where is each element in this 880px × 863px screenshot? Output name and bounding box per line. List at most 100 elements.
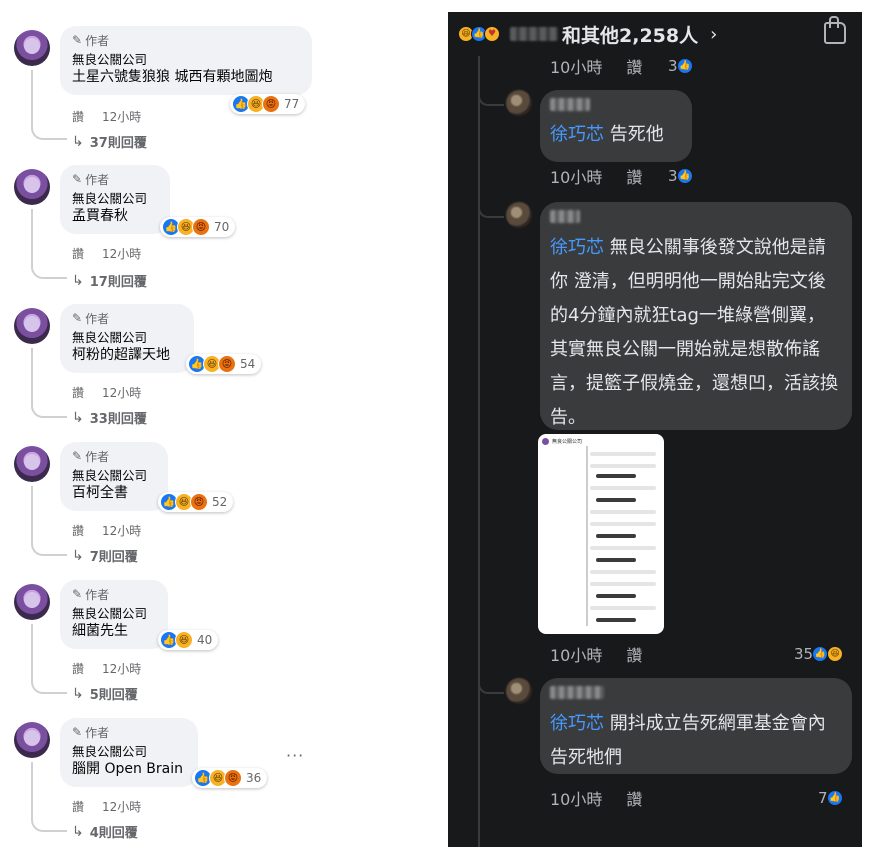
like-button[interactable]: 讚 — [626, 164, 642, 188]
timestamp[interactable]: 10小時 — [550, 786, 602, 810]
screenshot-line — [590, 486, 656, 490]
avatar[interactable] — [14, 722, 50, 758]
mention-tag[interactable]: 徐巧芯 — [550, 237, 604, 258]
haha-reaction-icon: 😆 — [827, 646, 844, 662]
thread-connector — [478, 88, 504, 106]
view-replies-button[interactable]: ↳ 37則回覆 — [72, 132, 147, 152]
reaction-summary[interactable]: 👍 😆 😡 36 — [192, 768, 268, 788]
mention-tag[interactable]: 徐巧芯 — [550, 124, 604, 145]
comment-meta: 讚 12小時 — [72, 522, 141, 539]
like-button[interactable]: 讚 — [72, 660, 84, 677]
mention-tag[interactable]: 徐巧芯 — [550, 713, 604, 734]
reaction-summary[interactable]: 👍 😆 😡 52 — [158, 492, 234, 512]
like-button[interactable]: 讚 — [626, 54, 642, 78]
avatar[interactable] — [14, 30, 50, 66]
comment-text: 腦開 Open Brain — [72, 761, 183, 777]
comment-author[interactable]: 無良公關公司 — [72, 330, 182, 346]
timestamp[interactable]: 12小時 — [102, 798, 141, 815]
like-button[interactable]: 讚 — [72, 245, 84, 262]
angry-reaction-icon: 😡 — [218, 355, 236, 373]
attached-screenshot[interactable]: 無良公關公司 — [538, 434, 664, 634]
reaction-summary[interactable]: 3 👍 — [668, 57, 693, 75]
timestamp[interactable]: 12小時 — [102, 245, 141, 262]
comment-author[interactable]: 無良公關公司 — [72, 191, 158, 207]
screenshot-line — [590, 452, 656, 456]
comment-text: 土星六號隻狼狼 城西有顆地圖炮 — [72, 69, 273, 85]
reaction-summary[interactable]: 👍 😆 😡 77 — [230, 94, 306, 114]
reaction-summary[interactable]: 👍 😆 😡 54 — [186, 354, 262, 374]
screenshot-line — [590, 606, 656, 610]
author-badge-label: 作者 — [85, 725, 110, 740]
author-badge: ✎ 作者 — [72, 310, 182, 326]
reaction-count: 52 — [212, 495, 228, 509]
like-reaction-icon: 👍 — [812, 646, 829, 662]
comment-item: ✎ 作者 無良公關公司 細菌先生 👍 😆 40 讚 12小時 ↳ 5則回覆 — [0, 580, 430, 718]
comment-meta: 10小時 讚 35 👍 😆 — [550, 642, 844, 666]
like-button[interactable]: 讚 — [72, 384, 84, 401]
comment-bubble: ✎ 作者 無良公關公司 柯粉的超譯天地 — [60, 304, 194, 373]
comment-bubble: ✎ 作者 無良公關公司 百柯全書 — [60, 442, 168, 511]
blurred-name — [510, 27, 558, 41]
care-reaction-icon: ♥ — [484, 26, 500, 42]
like-button[interactable]: 讚 — [626, 642, 642, 666]
screenshot-header: 無良公關公司 — [538, 434, 664, 448]
avatar — [542, 437, 549, 445]
like-button[interactable]: 讚 — [626, 786, 642, 810]
reaction-count: 70 — [214, 220, 230, 234]
reply-arrow-icon: ↳ — [72, 409, 84, 426]
thumbs-up-icon[interactable] — [824, 16, 846, 44]
view-replies-button[interactable]: ↳ 4則回覆 — [72, 822, 138, 842]
more-options-icon[interactable]: ··· — [286, 746, 304, 765]
avatar[interactable] — [14, 584, 50, 620]
reactions-header[interactable]: 😆 👍 ♥ 和其他2,258人 › — [448, 12, 862, 56]
timestamp[interactable]: 10小時 — [550, 164, 602, 188]
view-replies-button[interactable]: ↳ 7則回覆 — [72, 546, 138, 566]
comment-text: 孟買春秋 — [72, 208, 128, 224]
timestamp[interactable]: 10小時 — [550, 642, 602, 666]
view-replies-button[interactable]: ↳ 33則回覆 — [72, 408, 147, 428]
avatar[interactable] — [506, 678, 532, 704]
author-badge-label: 作者 — [85, 311, 110, 326]
chevron-right-icon[interactable]: › — [710, 24, 717, 45]
reply-arrow-icon: ↳ — [72, 133, 84, 150]
view-replies-button[interactable]: ↳ 17則回覆 — [72, 271, 147, 291]
reply-arrow-icon: ↳ — [72, 547, 84, 564]
replies-label: 17則回覆 — [89, 275, 147, 290]
timestamp[interactable]: 10小時 — [550, 54, 602, 78]
avatar[interactable] — [506, 202, 532, 228]
reaction-summary[interactable]: 👍 😆 😡 70 — [160, 217, 236, 237]
reply-thread-panel: 😆 👍 ♥ 和其他2,258人 › 10小時 讚 3 👍 徐巧芯 告死他 10小時 讚… — [448, 12, 862, 847]
comment-item: ✎ 作者 無良公關公司 柯粉的超譯天地 👍 😆 😡 54 讚 12小時 ↳ 33則回覆 — [0, 304, 430, 442]
reaction-summary[interactable]: 35 👍 😆 — [794, 645, 844, 663]
thread-connector — [478, 200, 504, 218]
reaction-summary[interactable]: 3 👍 — [668, 167, 693, 185]
comment-author[interactable]: 無良公關公司 — [72, 606, 156, 622]
screenshot-line — [596, 618, 636, 622]
author-badge-label: 作者 — [85, 172, 110, 187]
like-button[interactable]: 讚 — [72, 522, 84, 539]
timestamp[interactable]: 12小時 — [102, 660, 141, 677]
reaction-summary[interactable]: 7 👍 — [818, 789, 843, 807]
comment-author[interactable]: 無良公關公司 — [72, 52, 300, 68]
like-button[interactable]: 讚 — [72, 108, 84, 125]
timestamp[interactable]: 12小時 — [102, 108, 141, 125]
comment-author[interactable]: 無良公關公司 — [72, 468, 156, 484]
like-reaction-icon: 👍 — [826, 790, 843, 806]
reactors-summary[interactable]: 和其他2,258人 — [562, 21, 698, 48]
blurred-name — [550, 98, 590, 111]
screenshot-line — [590, 464, 656, 468]
screenshot-thread-line — [586, 446, 588, 626]
view-replies-button[interactable]: ↳ 5則回覆 — [72, 684, 138, 704]
comment-item: ✎ 作者 無良公關公司 百柯全書 👍 😆 😡 52 讚 12小時 ↳ 7則回覆 — [0, 442, 430, 580]
comment-author[interactable]: 無良公關公司 — [72, 744, 186, 760]
comment-bubble: 徐巧芯 開抖成立告死網軍基金會內告死牠們 — [540, 678, 852, 774]
like-button[interactable]: 讚 — [72, 798, 84, 815]
timestamp[interactable]: 12小時 — [102, 384, 141, 401]
avatar[interactable] — [14, 169, 50, 205]
reaction-summary[interactable]: 👍 😆 40 — [158, 630, 219, 650]
angry-reaction-icon: 😡 — [192, 218, 210, 236]
timestamp[interactable]: 12小時 — [102, 522, 141, 539]
avatar[interactable] — [506, 90, 532, 116]
avatar[interactable] — [14, 308, 50, 344]
avatar[interactable] — [14, 446, 50, 482]
